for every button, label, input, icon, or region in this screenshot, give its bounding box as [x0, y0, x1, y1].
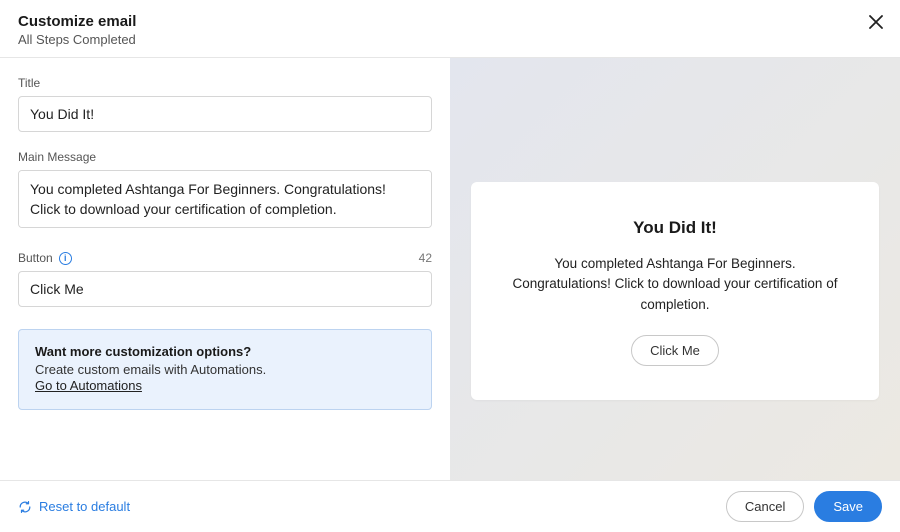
dialog-subtitle: All Steps Completed	[18, 32, 882, 47]
close-button[interactable]	[866, 12, 886, 32]
reset-icon	[18, 500, 32, 514]
title-input[interactable]	[18, 96, 432, 132]
title-label: Title	[18, 76, 432, 90]
preview-panel: You Did It! You completed Ashtanga For B…	[450, 58, 900, 480]
message-label: Main Message	[18, 150, 432, 164]
message-group: Main Message	[18, 150, 432, 233]
dialog-title: Customize email	[18, 13, 882, 30]
preview-message: You completed Ashtanga For Beginners. Co…	[507, 254, 843, 315]
message-input[interactable]	[18, 170, 432, 228]
close-icon	[869, 15, 883, 29]
save-button[interactable]: Save	[814, 491, 882, 522]
info-icon[interactable]: i	[59, 252, 72, 265]
button-group: Button i 42	[18, 251, 432, 307]
button-text-input[interactable]	[18, 271, 432, 307]
dialog-header: Customize email All Steps Completed	[0, 0, 900, 58]
preview-card: You Did It! You completed Ashtanga For B…	[471, 182, 879, 400]
preview-title: You Did It!	[507, 218, 843, 238]
form-panel: Title Main Message Button i 42 Want more…	[0, 58, 450, 480]
reset-label: Reset to default	[39, 499, 130, 514]
button-char-counter: 42	[419, 251, 432, 265]
notice-title: Want more customization options?	[35, 344, 415, 359]
cancel-button[interactable]: Cancel	[726, 491, 804, 522]
dialog-footer: Reset to default Cancel Save	[0, 480, 900, 532]
button-field-label: Button	[18, 251, 53, 265]
preview-button[interactable]: Click Me	[631, 335, 719, 366]
main-content: Title Main Message Button i 42 Want more…	[0, 58, 900, 480]
go-to-automations-link[interactable]: Go to Automations	[35, 378, 142, 393]
reset-to-default-button[interactable]: Reset to default	[18, 499, 130, 514]
automations-notice: Want more customization options? Create …	[18, 329, 432, 410]
notice-text: Create custom emails with Automations.	[35, 362, 415, 377]
footer-actions: Cancel Save	[726, 491, 882, 522]
title-group: Title	[18, 76, 432, 132]
